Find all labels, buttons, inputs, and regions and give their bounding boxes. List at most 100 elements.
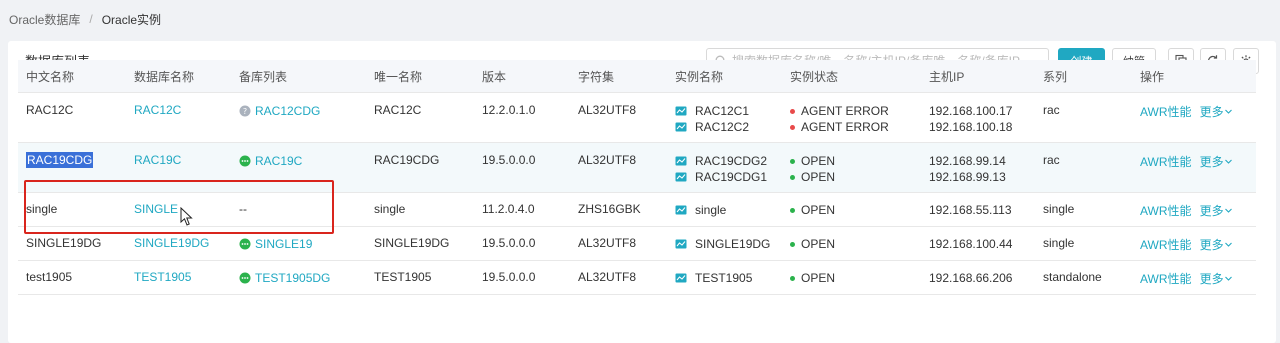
- table-row: RAC19CDG RAC19C RAC19C RAC19CDG 19.5.0.0…: [18, 142, 1256, 193]
- more-label: 更多: [1199, 204, 1224, 218]
- instance-state: OPEN: [801, 237, 836, 251]
- more-dropdown[interactable]: 更多: [1200, 202, 1233, 219]
- cell-charset: AL32UTF8: [570, 226, 667, 261]
- awr-performance-link[interactable]: AWR性能: [1140, 270, 1192, 287]
- col-header-version: 版本: [474, 60, 570, 93]
- col-header-unique-name: 唯一名称: [366, 60, 474, 93]
- instance-state: OPEN: [801, 271, 836, 285]
- table-row: RAC12C RAC12C ? RAC12CDG RAC12C 12.2.0.1…: [18, 92, 1256, 143]
- breadcrumb-separator: /: [89, 12, 93, 26]
- breadcrumb-item-oracle-db[interactable]: Oracle数据库: [9, 11, 80, 28]
- instance-icon: [675, 205, 687, 215]
- table-row: test1905 TEST1905 TEST1905DG TEST1905 19…: [18, 260, 1256, 295]
- cell-charset: ZHS16GBK: [570, 192, 667, 227]
- more-label: 更多: [1199, 105, 1224, 119]
- instance-name[interactable]: SINGLE19DG: [695, 237, 770, 251]
- more-dropdown[interactable]: 更多: [1200, 236, 1233, 253]
- host-ip: 192.168.99.13: [929, 170, 1006, 184]
- status-dot: [790, 174, 795, 180]
- awr-performance-link[interactable]: AWR性能: [1140, 153, 1192, 170]
- standby-link[interactable]: RAC19C: [255, 154, 302, 168]
- table-header-row: 中文名称 数据库名称 备库列表 唯一名称 版本 字符集 实例名称 实例状态 主机…: [18, 60, 1256, 93]
- cell-series: rac: [1035, 92, 1132, 143]
- instance-name[interactable]: RAC19CDG1: [695, 170, 767, 184]
- db-name-link[interactable]: RAC12C: [134, 103, 181, 117]
- col-header-db-name: 数据库名称: [126, 60, 231, 93]
- instance-name[interactable]: TEST1905: [695, 271, 752, 285]
- instance-state: OPEN: [801, 203, 836, 217]
- chevron-down-icon: [1224, 109, 1232, 114]
- more-dropdown[interactable]: 更多: [1200, 153, 1233, 170]
- instance-icon: [675, 106, 687, 116]
- more-dropdown[interactable]: 更多: [1200, 103, 1233, 120]
- cell-charset: AL32UTF8: [570, 142, 667, 193]
- instance-state: AGENT ERROR: [801, 104, 889, 118]
- instance-icon: [675, 156, 687, 166]
- ok-status-icon: [239, 155, 251, 167]
- instance-icon: [675, 239, 687, 249]
- db-name-link[interactable]: SINGLE: [134, 202, 178, 216]
- host-ip: 192.168.100.44: [929, 237, 1013, 251]
- instance-icon: [675, 273, 687, 283]
- instance-name[interactable]: RAC19CDG2: [695, 154, 767, 168]
- col-header-charset: 字符集: [570, 60, 667, 93]
- cell-unique-name: RAC12C: [366, 92, 474, 143]
- db-name-link[interactable]: SINGLE19DG: [134, 236, 209, 250]
- breadcrumb-item-oracle-instance: Oracle实例: [101, 12, 162, 27]
- breadcrumb: Oracle数据库 / Oracle实例: [9, 10, 161, 28]
- awr-performance-link[interactable]: AWR性能: [1140, 236, 1192, 253]
- cell-unique-name: TEST1905: [366, 260, 474, 295]
- cell-series: single: [1035, 226, 1132, 261]
- cell-unique-name: single: [366, 192, 474, 227]
- instance-name[interactable]: RAC12C2: [695, 120, 749, 134]
- col-header-state: 实例状态: [782, 60, 921, 93]
- col-header-standby: 备库列表: [231, 60, 366, 93]
- cell-charset: AL32UTF8: [570, 92, 667, 143]
- cell-cn-name: RAC19CDG: [26, 152, 94, 168]
- awr-performance-link[interactable]: AWR性能: [1140, 103, 1192, 120]
- instance-name[interactable]: RAC12C1: [695, 104, 749, 118]
- db-name-link[interactable]: TEST1905: [134, 270, 191, 284]
- status-dot: [790, 207, 795, 213]
- db-name-link[interactable]: RAC19C: [134, 153, 181, 167]
- status-dot: [790, 275, 795, 281]
- col-header-host-ip: 主机IP: [921, 60, 1035, 93]
- mouse-cursor-icon: [180, 207, 193, 226]
- instance-icon: [675, 122, 687, 132]
- col-header-instance: 实例名称: [667, 60, 782, 93]
- cell-version: 19.5.0.0.0: [474, 142, 570, 193]
- host-ip: 192.168.100.18: [929, 120, 1013, 134]
- instance-state: OPEN: [801, 154, 836, 168]
- cell-version: 12.2.0.1.0: [474, 92, 570, 143]
- cell-version: 19.5.0.0.0: [474, 226, 570, 261]
- cell-version: 11.2.0.4.0: [474, 192, 570, 227]
- question-icon: ?: [239, 105, 251, 117]
- more-label: 更多: [1199, 272, 1224, 286]
- host-ip: 192.168.66.206: [929, 271, 1013, 285]
- cell-standby-empty: --: [231, 192, 366, 227]
- cell-series: rac: [1035, 142, 1132, 193]
- cell-cn-name: SINGLE19DG: [18, 226, 126, 261]
- cell-cn-name: RAC12C: [18, 92, 126, 143]
- status-dot: [790, 108, 795, 114]
- standby-link[interactable]: RAC12CDG: [255, 104, 320, 118]
- host-ip: 192.168.99.14: [929, 154, 1006, 168]
- status-dot: [790, 124, 795, 130]
- col-header-cn-name: 中文名称: [18, 60, 126, 93]
- standby-link[interactable]: SINGLE19: [255, 237, 312, 251]
- col-header-series: 系列: [1035, 60, 1132, 93]
- cell-charset: AL32UTF8: [570, 260, 667, 295]
- cell-cn-name: test1905: [18, 260, 126, 295]
- table-row: single SINGLE -- single 11.2.0.4.0 ZHS16…: [18, 192, 1256, 227]
- instance-name[interactable]: single: [695, 203, 726, 217]
- ok-status-icon: [239, 238, 251, 250]
- standby-link[interactable]: TEST1905DG: [255, 271, 330, 285]
- database-table: 中文名称 数据库名称 备库列表 唯一名称 版本 字符集 实例名称 实例状态 主机…: [18, 60, 1256, 295]
- chevron-down-icon: [1224, 208, 1232, 213]
- more-label: 更多: [1199, 238, 1224, 252]
- awr-performance-link[interactable]: AWR性能: [1140, 202, 1192, 219]
- instance-state: AGENT ERROR: [801, 120, 889, 134]
- chevron-down-icon: [1224, 159, 1232, 164]
- table-row: SINGLE19DG SINGLE19DG SINGLE19 SINGLE19D…: [18, 226, 1256, 261]
- more-dropdown[interactable]: 更多: [1200, 270, 1233, 287]
